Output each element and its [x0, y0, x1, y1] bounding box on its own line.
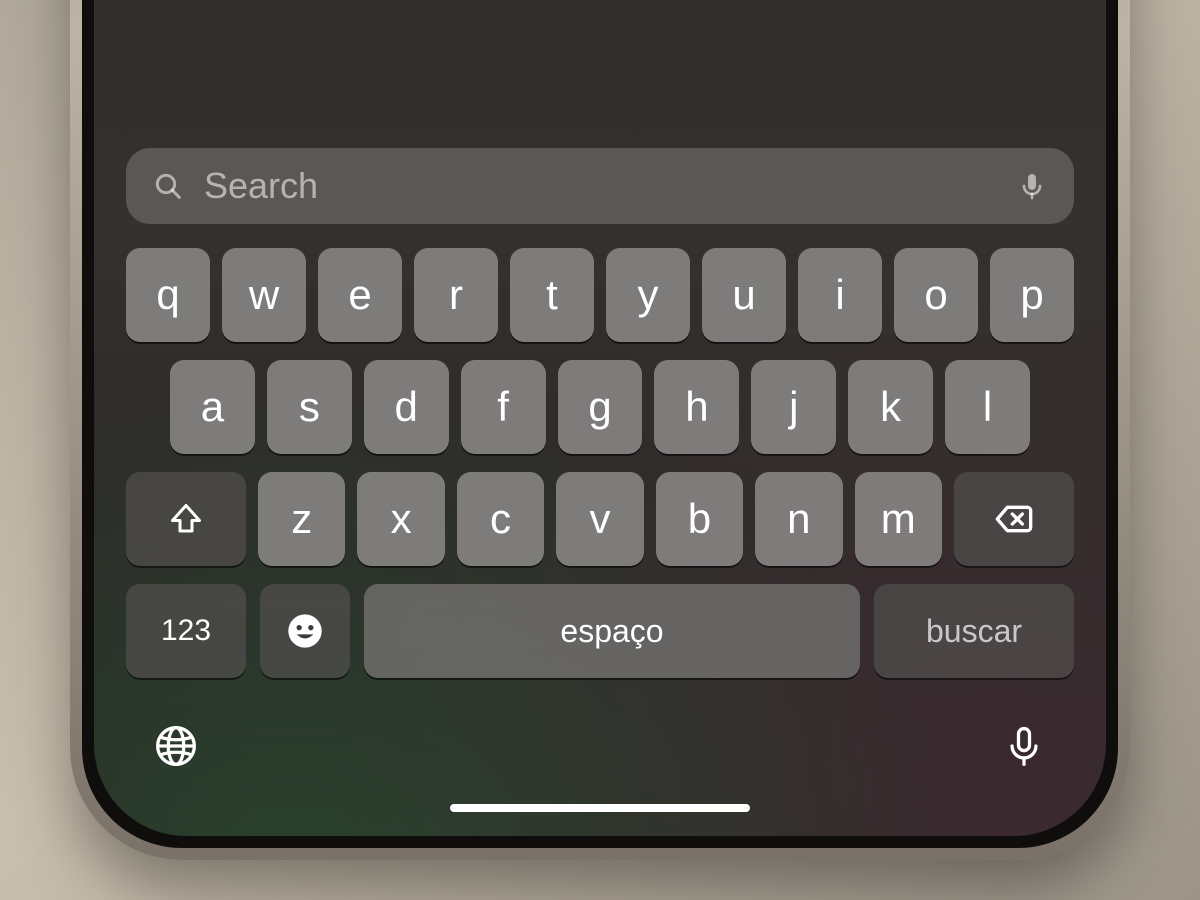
numeric-key[interactable]: 123: [126, 584, 246, 678]
phone-screen: q w e r t y u i o p a s d: [94, 0, 1106, 836]
search-input[interactable]: [202, 164, 998, 208]
shift-key[interactable]: [126, 472, 246, 566]
keyboard-row-3: z x c v b n m: [126, 472, 1074, 566]
key-w[interactable]: w: [222, 248, 306, 342]
key-o[interactable]: o: [894, 248, 978, 342]
backspace-key[interactable]: [954, 472, 1074, 566]
key-r[interactable]: r: [414, 248, 498, 342]
key-i[interactable]: i: [798, 248, 882, 342]
key-h[interactable]: h: [654, 360, 739, 454]
key-n[interactable]: n: [755, 472, 842, 566]
keyboard-row-2: a s d f g h j k l: [126, 360, 1074, 454]
key-j[interactable]: j: [751, 360, 836, 454]
key-k[interactable]: k: [848, 360, 933, 454]
key-l[interactable]: l: [945, 360, 1030, 454]
key-d[interactable]: d: [364, 360, 449, 454]
globe-icon[interactable]: [154, 724, 198, 768]
key-y[interactable]: y: [606, 248, 690, 342]
key-f[interactable]: f: [461, 360, 546, 454]
search-bar[interactable]: [126, 148, 1074, 224]
keyboard-footer: [126, 696, 1074, 768]
phone-frame: q w e r t y u i o p a s d: [70, 0, 1130, 860]
keyboard: q w e r t y u i o p a s d: [126, 242, 1074, 678]
shift-icon: [168, 501, 204, 537]
search-icon: [152, 170, 184, 202]
key-x[interactable]: x: [357, 472, 444, 566]
phone-bezel: q w e r t y u i o p a s d: [82, 0, 1118, 848]
key-q[interactable]: q: [126, 248, 210, 342]
key-b[interactable]: b: [656, 472, 743, 566]
key-u[interactable]: u: [702, 248, 786, 342]
key-g[interactable]: g: [558, 360, 643, 454]
key-t[interactable]: t: [510, 248, 594, 342]
key-e[interactable]: e: [318, 248, 402, 342]
return-key[interactable]: buscar: [874, 584, 1074, 678]
key-c[interactable]: c: [457, 472, 544, 566]
keyboard-row-1: q w e r t y u i o p: [126, 248, 1074, 342]
key-p[interactable]: p: [990, 248, 1074, 342]
home-indicator[interactable]: [450, 804, 750, 812]
emoji-icon: [285, 611, 325, 651]
space-key[interactable]: espaço: [364, 584, 860, 678]
keyboard-row-4: 123 espaço buscar: [126, 584, 1074, 678]
key-a[interactable]: a: [170, 360, 255, 454]
emoji-key[interactable]: [260, 584, 350, 678]
key-s[interactable]: s: [267, 360, 352, 454]
dictation-icon[interactable]: [1016, 170, 1048, 202]
backspace-icon: [994, 499, 1034, 539]
key-m[interactable]: m: [855, 472, 942, 566]
key-z[interactable]: z: [258, 472, 345, 566]
dictation-footer-icon[interactable]: [1002, 724, 1046, 768]
key-v[interactable]: v: [556, 472, 643, 566]
